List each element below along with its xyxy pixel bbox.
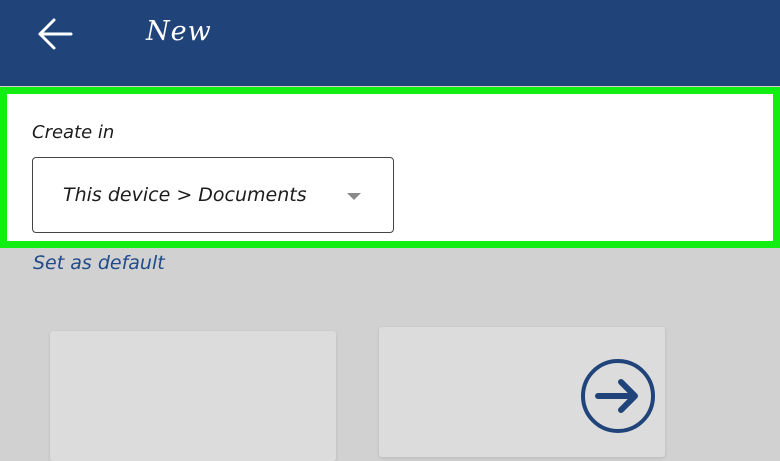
template-card-blank[interactable] [50, 331, 336, 461]
app-bar: New [0, 0, 780, 86]
location-dropdown[interactable]: This device > Documents [32, 157, 394, 233]
page-title: New [146, 16, 212, 47]
arrow-right-circle-icon [579, 357, 657, 435]
set-as-default-link[interactable]: Set as default [33, 252, 165, 274]
create-in-label: Create in [32, 122, 115, 143]
create-in-section: Create in This device > Documents [0, 87, 780, 248]
arrow-left-icon [34, 14, 76, 54]
back-button[interactable] [34, 14, 76, 54]
location-value: This device > Documents [63, 184, 307, 206]
template-card-more[interactable] [379, 327, 665, 457]
caret-down-icon [347, 193, 361, 200]
